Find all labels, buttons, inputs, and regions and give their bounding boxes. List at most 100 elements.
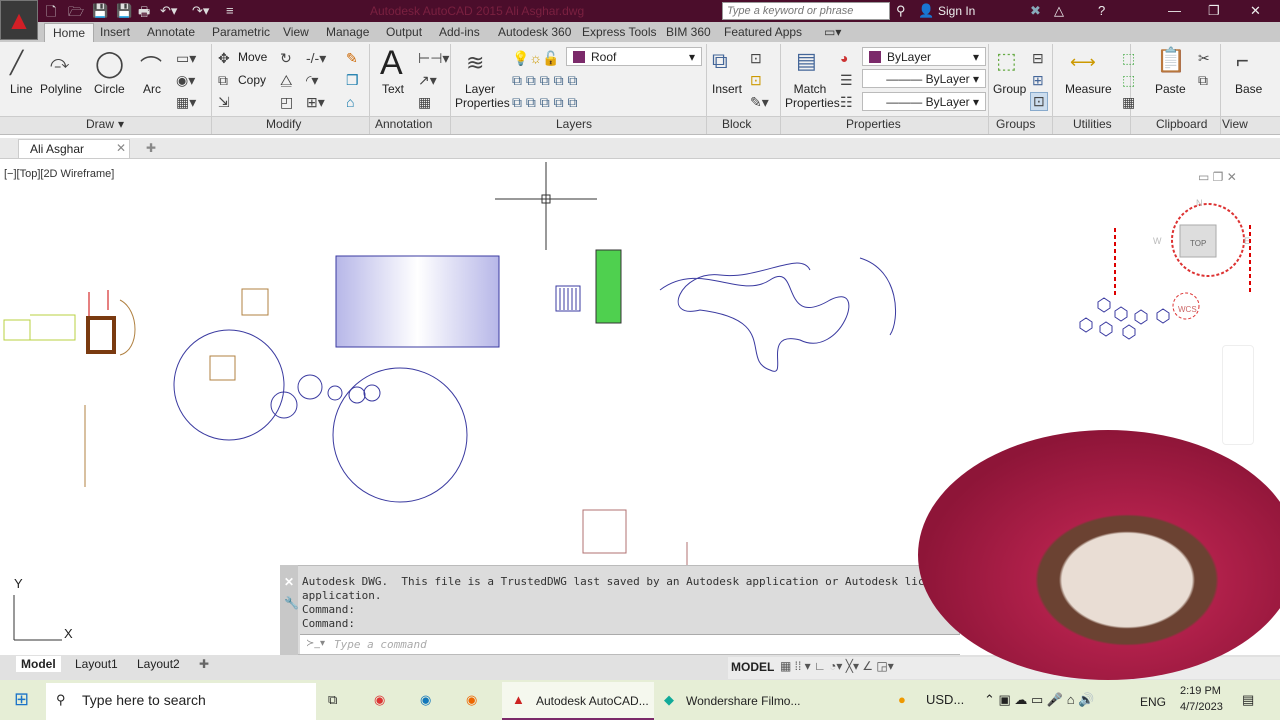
- viewcube-top[interactable]: TOP: [1190, 239, 1206, 248]
- trim-icon[interactable]: -/-▾: [306, 50, 326, 67]
- tab-view[interactable]: View: [283, 25, 309, 39]
- wcs-menu[interactable]: WCS: [1178, 305, 1197, 314]
- copy-button[interactable]: Copy: [238, 73, 266, 87]
- copy-clip-icon[interactable]: ⧉: [1198, 72, 1208, 89]
- tray-icons[interactable]: ⌃ ▣ ☁ ▭ 🎤 ⌂ 🔊: [984, 692, 1094, 708]
- clipboard-panel-title[interactable]: Clipboard: [1156, 117, 1207, 131]
- application-menu-button[interactable]: ▲: [0, 0, 38, 40]
- layer-tools-icon[interactable]: ⧉ ⧉ ⧉ ⧉ ⧉: [512, 72, 578, 89]
- match-properties-button[interactable]: Match Properties: [785, 82, 840, 110]
- explode-icon[interactable]: ❒: [346, 72, 359, 89]
- new-tab-icon[interactable]: ✚: [146, 141, 156, 155]
- groups-panel-title[interactable]: Groups: [996, 117, 1035, 131]
- close-tab-icon[interactable]: ✕: [116, 141, 126, 155]
- viewport-controls[interactable]: [−][Top][2D Wireframe]: [4, 168, 114, 180]
- tab-manage[interactable]: Manage: [326, 25, 369, 39]
- tab-add-ins[interactable]: Add-ins: [439, 25, 480, 39]
- layer-tools-2-icon[interactable]: ⧉ ⧉ ⧉ ⧉ ⧉: [512, 94, 578, 111]
- ungroup-icon[interactable]: ⊟: [1032, 50, 1044, 67]
- undo-icon[interactable]: ↶▾: [160, 3, 177, 19]
- command-input[interactable]: Type a command: [300, 634, 960, 654]
- tab-layout2[interactable]: Layout2: [132, 656, 185, 672]
- polyline-button[interactable]: Polyline: [40, 82, 82, 96]
- tab-annotate[interactable]: Annotate: [147, 25, 195, 39]
- line-button[interactable]: Line: [10, 82, 33, 96]
- stretch-icon[interactable]: ⇲: [218, 94, 230, 111]
- select-all-icon[interactable]: ⬚: [1122, 72, 1135, 89]
- chrome-icon[interactable]: ◉: [374, 692, 385, 708]
- fillet-icon[interactable]: ◜▾: [306, 72, 318, 89]
- ribbon-toggle-icon[interactable]: ▭▾: [824, 25, 841, 39]
- annotation-panel-title[interactable]: Annotation: [375, 117, 432, 131]
- currency-widget[interactable]: USD...: [926, 692, 964, 707]
- status-toggle-icons[interactable]: ▦ ⁞⁞ ▾ ∟ ◔▾ ╳▾ ∠ ◲▾: [780, 659, 894, 673]
- minimize-button[interactable]: —: [1168, 3, 1181, 18]
- erase-icon[interactable]: ✎: [346, 50, 358, 67]
- filmora-icon[interactable]: ◆: [664, 692, 674, 708]
- tab-insert[interactable]: Insert: [100, 25, 130, 39]
- layers-panel-title[interactable]: Layers: [556, 117, 592, 131]
- insert-button[interactable]: Insert: [712, 82, 742, 96]
- binoculars-icon[interactable]: ⚲: [896, 3, 906, 19]
- dimension-icon[interactable]: ⊢⊣▾: [418, 50, 449, 67]
- properties-panel-title[interactable]: Properties: [846, 117, 901, 131]
- calculator-icon[interactable]: ▦: [1122, 94, 1135, 111]
- command-prompt-icon[interactable]: ≻_▾: [306, 638, 325, 649]
- taskbar-filmora[interactable]: Wondershare Filmo...: [686, 694, 801, 708]
- search-input[interactable]: Type a keyword or phrase: [722, 2, 890, 20]
- modify-panel-title[interactable]: Modify: [266, 117, 301, 131]
- a360-icon[interactable]: △: [1054, 3, 1064, 19]
- firefox-icon[interactable]: ◉: [466, 692, 477, 708]
- sign-in-button[interactable]: Sign In: [938, 4, 975, 18]
- clock-time[interactable]: 2:19 PM: [1180, 685, 1221, 697]
- lineweight-dropdown[interactable]: ——— ByLayer ▾: [862, 69, 986, 88]
- redo-icon[interactable]: ↷▾: [192, 3, 209, 19]
- language-indicator[interactable]: ENG: [1140, 695, 1166, 709]
- utilities-panel-title[interactable]: Utilities: [1073, 117, 1112, 131]
- arc-button[interactable]: Arc: [143, 82, 161, 96]
- rotate-icon[interactable]: ↻: [280, 50, 292, 67]
- notifications-icon[interactable]: ▤: [1242, 692, 1254, 708]
- model-space-button[interactable]: MODEL: [731, 660, 774, 674]
- layer-dropdown[interactable]: Roof ▾: [566, 47, 702, 66]
- group-button[interactable]: Group: [993, 82, 1026, 96]
- edit-block-icon[interactable]: ⊡: [750, 72, 762, 89]
- block-panel-title[interactable]: Block: [722, 117, 751, 131]
- group-edit-icon[interactable]: ⊞: [1032, 72, 1044, 89]
- exchange-icon[interactable]: ✖: [1030, 3, 1041, 19]
- linetype-dropdown[interactable]: ——— ByLayer ▾: [862, 92, 986, 111]
- hatch-icon[interactable]: ◉▾: [176, 72, 195, 89]
- close-command-icon[interactable]: ✕: [284, 575, 294, 589]
- customize-wrench-icon[interactable]: 🔧: [284, 596, 299, 610]
- cut-icon[interactable]: ✂: [1198, 50, 1210, 67]
- array-icon[interactable]: ⊞▾: [306, 94, 325, 111]
- paste-button[interactable]: Paste: [1155, 82, 1186, 96]
- circle-button[interactable]: Circle: [94, 82, 125, 96]
- clock-date[interactable]: 4/7/2023: [1180, 701, 1223, 713]
- help-icon[interactable]: ?: [1098, 3, 1105, 18]
- tab-output[interactable]: Output: [386, 25, 422, 39]
- task-view-icon[interactable]: ⧉: [328, 692, 337, 708]
- create-block-icon[interactable]: ⊡: [750, 50, 762, 67]
- layer-properties-button[interactable]: Layer Properties: [455, 82, 510, 110]
- tab-model[interactable]: Model: [16, 656, 61, 672]
- tab-layout1[interactable]: Layout1: [70, 656, 123, 672]
- tab-autodesk-360[interactable]: Autodesk 360: [498, 25, 571, 39]
- base-button[interactable]: Base: [1235, 82, 1262, 96]
- tab-express-tools[interactable]: Express Tools: [582, 25, 656, 39]
- tab-bim-360[interactable]: BIM 360: [666, 25, 711, 39]
- offset-icon[interactable]: ⌂: [346, 94, 354, 110]
- mirror-icon[interactable]: ⧋: [280, 72, 293, 89]
- group-selection-icon[interactable]: ⊡: [1030, 92, 1048, 111]
- color-dropdown[interactable]: ByLayer ▾: [862, 47, 986, 66]
- scale-icon[interactable]: ◰: [280, 94, 293, 111]
- region-icon[interactable]: ▦▾: [176, 94, 196, 111]
- move-button[interactable]: Move: [238, 50, 267, 64]
- text-button[interactable]: Text: [382, 82, 404, 96]
- viewport-window-controls[interactable]: ▭ ❐ ✕: [1198, 170, 1237, 184]
- attribute-icon[interactable]: ✎▾: [750, 94, 769, 111]
- save-icon[interactable]: 💾: [92, 3, 108, 19]
- tab-home[interactable]: Home: [44, 23, 95, 42]
- rectangle-icon[interactable]: ▭▾: [176, 50, 196, 67]
- quick-select-icon[interactable]: ⬚: [1122, 50, 1135, 67]
